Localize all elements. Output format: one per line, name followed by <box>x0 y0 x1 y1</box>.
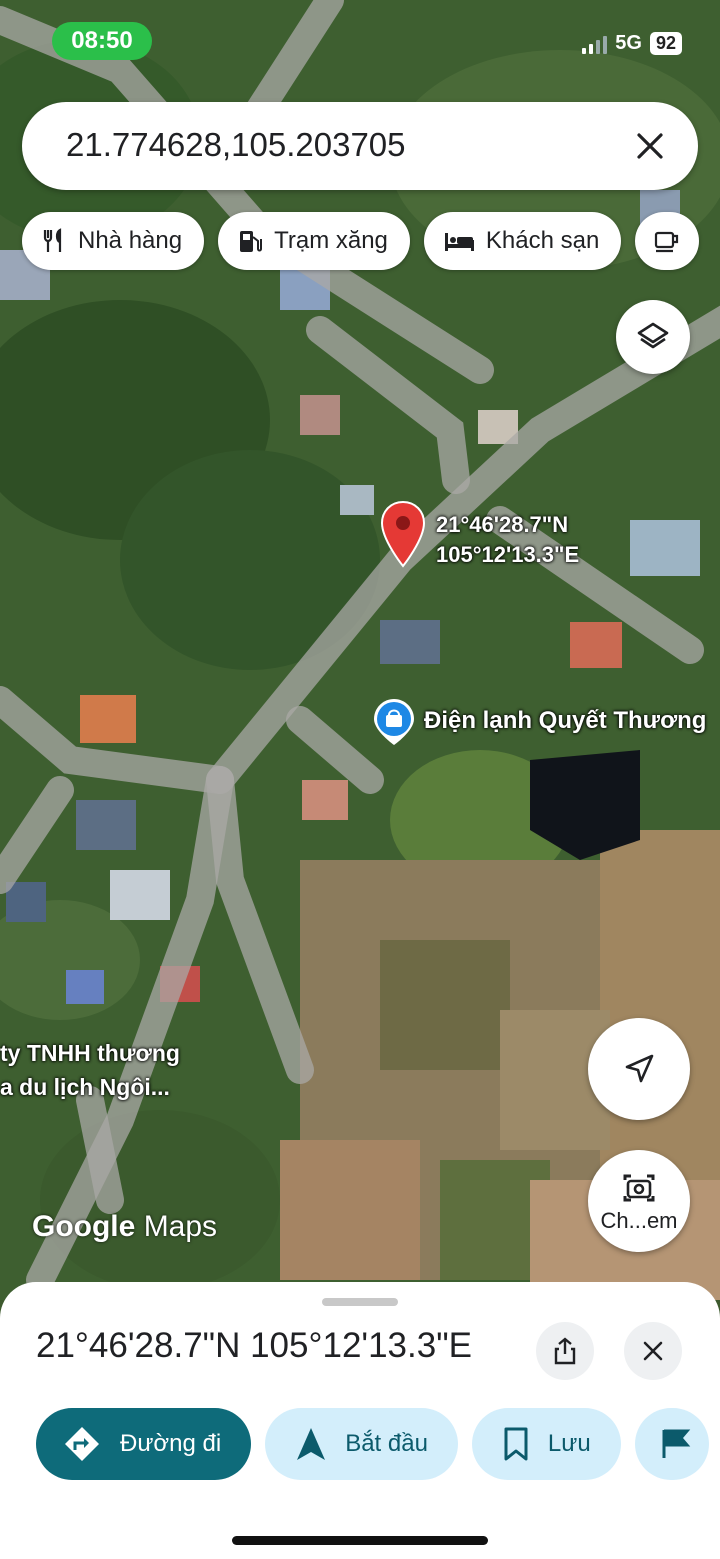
action-label: Bắt đầu <box>345 1430 428 1457</box>
category-chips: Nhà hàng Trạm xăng Khách sạn <box>22 212 700 270</box>
poi-label-line: ty TNHH thương <box>0 1040 180 1066</box>
restaurant-icon <box>43 228 62 252</box>
label-button[interactable] <box>634 1408 709 1480</box>
pin-longitude: 105°12'13.3"E <box>436 542 580 567</box>
gas-station-icon <box>240 231 263 252</box>
poi-label-partial[interactable]: ty TNHH thương a du lịch Ngôi... <box>0 1036 180 1104</box>
battery-level: 92 <box>649 32 682 55</box>
network-type: 5G <box>615 32 642 54</box>
status-time: 08:50 <box>52 22 152 60</box>
pin-latitude: 21°46'28.7"N <box>436 512 569 537</box>
signal-icon <box>582 34 608 54</box>
share-icon <box>554 1337 576 1365</box>
camera-icon <box>623 1174 655 1202</box>
sheet-drag-handle[interactable] <box>322 1298 398 1306</box>
navigation-icon <box>297 1428 326 1460</box>
pin-coordinate-label: 21°46'28.7"N 105°12'13.3"E <box>436 510 579 570</box>
start-button[interactable]: Bắt đầu <box>265 1408 458 1480</box>
close-icon <box>643 1341 663 1361</box>
chip-hotel[interactable]: Khách sạn <box>423 212 622 270</box>
bookmark-icon <box>504 1427 528 1461</box>
chip-label: Trạm xăng <box>274 227 388 254</box>
maps-logo-text: Maps <box>143 1210 218 1243</box>
chip-restaurant[interactable]: Nhà hàng <box>22 212 205 270</box>
google-logo-text: Google <box>32 1210 136 1243</box>
layers-icon <box>637 322 669 349</box>
share-button[interactable] <box>536 1322 594 1380</box>
directions-button[interactable]: Đường đi <box>36 1408 252 1480</box>
lens-label: Ch...em <box>600 1208 678 1233</box>
hotel-icon <box>444 233 474 251</box>
poi-label-line: a du lịch Ngôi... <box>0 1074 170 1100</box>
action-buttons: Đường đi Bắt đầu Lưu <box>36 1408 709 1480</box>
my-location-button[interactable] <box>588 1018 690 1120</box>
poi-label[interactable]: Điện lạnh Quyết Thương <box>424 707 706 735</box>
chip-gas-station[interactable]: Trạm xăng <box>218 212 410 270</box>
layers-button[interactable] <box>616 300 690 374</box>
search-input[interactable]: 21.774628,105.203705 <box>66 126 406 164</box>
google-maps-logo: Google Maps <box>32 1210 217 1244</box>
bottom-sheet: 21°46'28.7"N 105°12'13.3"E Đường đi Bắt … <box>0 1282 720 1559</box>
chip-label: Nhà hàng <box>78 227 183 254</box>
home-indicator[interactable] <box>232 1536 488 1545</box>
lens-button[interactable]: Ch...em <box>588 1150 690 1252</box>
close-icon[interactable] <box>630 126 670 166</box>
navigation-arrow-icon <box>625 1054 654 1083</box>
sheet-title: 21°46'28.7"N 105°12'13.3"E <box>36 1326 472 1365</box>
status-indicators: 5G 92 <box>582 32 682 55</box>
shopping-bag-poi-icon[interactable] <box>372 697 416 747</box>
chip-cafe[interactable] <box>635 212 700 270</box>
action-label: Lưu <box>547 1430 591 1457</box>
flag-icon <box>662 1429 690 1458</box>
location-pin-icon[interactable] <box>380 500 426 570</box>
cafe-icon <box>655 231 679 253</box>
close-sheet-button[interactable] <box>624 1322 682 1380</box>
action-label: Đường đi <box>120 1430 222 1457</box>
chip-label: Khách sạn <box>485 227 600 254</box>
save-button[interactable]: Lưu <box>471 1408 621 1480</box>
search-bar[interactable]: 21.774628,105.203705 <box>22 102 698 190</box>
directions-icon <box>65 1427 99 1461</box>
